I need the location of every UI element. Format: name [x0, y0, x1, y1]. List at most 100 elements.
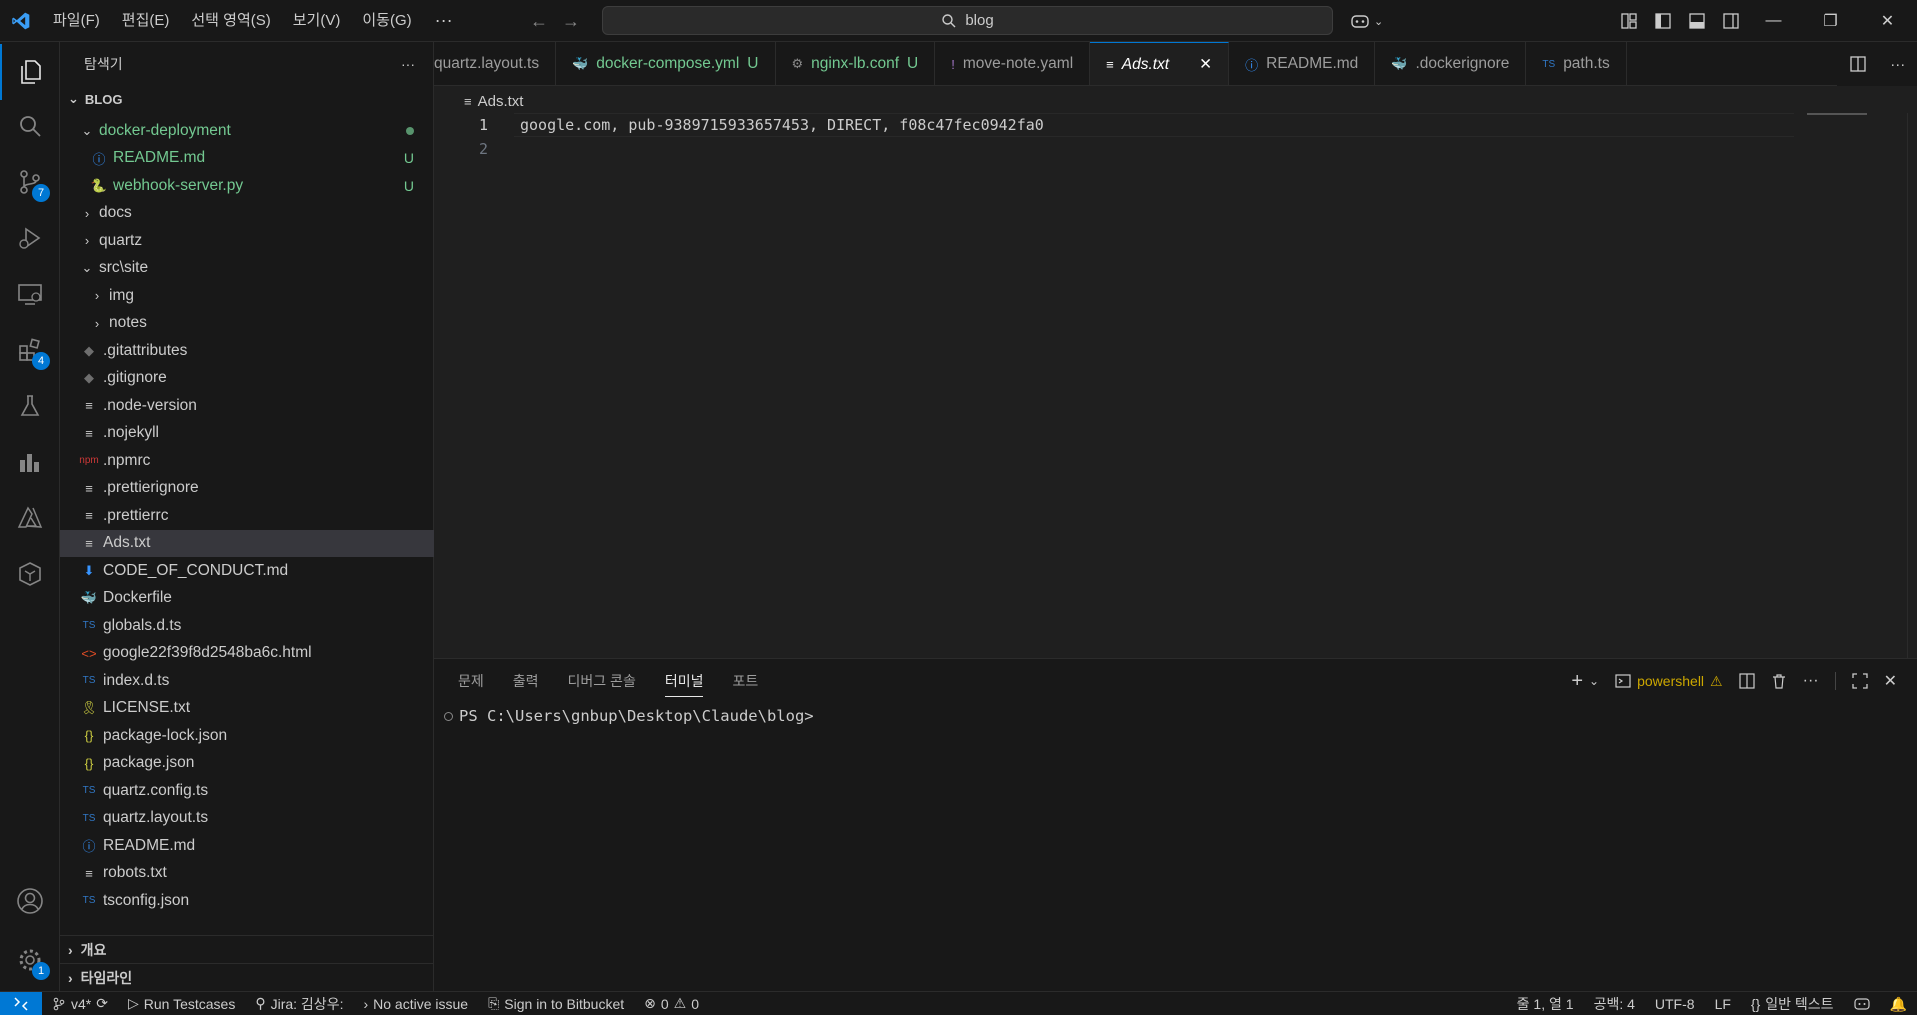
tree-file[interactable]: 🎗 LICENSE.txt — [60, 695, 434, 723]
back-arrow-icon[interactable]: ← — [530, 11, 548, 32]
encoding[interactable]: UTF-8 — [1645, 996, 1705, 1012]
tree-file[interactable]: TS globals.d.ts — [60, 612, 434, 640]
editor-tab[interactable]: 🐳 docker-compose.yml U — [556, 42, 776, 85]
restore-button[interactable]: ❐ — [1802, 0, 1859, 42]
tree-folder[interactable]: › notes — [60, 310, 434, 338]
tree-file[interactable]: ≡ robots.txt — [60, 860, 434, 888]
tree-file[interactable]: ⬇ CODE_OF_CONDUCT.md — [60, 557, 434, 585]
tab-debug-console[interactable]: 디버그 콘솔 — [568, 671, 636, 691]
accounts-icon[interactable] — [0, 873, 60, 929]
branch-status[interactable]: v4* ⟳ — [42, 995, 118, 1012]
tree-file[interactable]: ≡ .node-version — [60, 392, 434, 420]
tree-file[interactable]: ≡ .nojekyll — [60, 420, 434, 448]
menu-edit[interactable]: 편집(E) — [111, 0, 181, 42]
cursor-position[interactable]: 줄 1, 열 1 — [1507, 994, 1584, 1014]
toggle-sidebar-icon[interactable] — [1654, 12, 1672, 30]
new-terminal-plus-icon[interactable]: + — [1571, 670, 1583, 693]
command-center-search[interactable]: blog — [602, 6, 1333, 35]
editor-tab[interactable]: quartz.layout.ts — [434, 42, 557, 85]
breadcrumb-file[interactable]: Ads.txt — [478, 93, 524, 110]
close-window-button[interactable]: ✕ — [1859, 0, 1916, 42]
containers-icon[interactable] — [0, 546, 60, 602]
remote-explorer-icon[interactable] — [0, 266, 60, 322]
menu-more-button[interactable]: ··· — [423, 10, 465, 31]
extensions-icon[interactable]: 4 — [0, 322, 60, 378]
split-editor-icon[interactable] — [1849, 55, 1867, 73]
maximize-panel-icon[interactable] — [1851, 673, 1868, 689]
tree-file[interactable]: ⓘ README.md U — [60, 145, 434, 173]
tree-file[interactable]: TS index.d.ts — [60, 667, 434, 695]
editor-tab[interactable]: ! move-note.yaml — [935, 42, 1091, 85]
explorer-more-button[interactable]: ··· — [401, 56, 415, 72]
run-testcases[interactable]: ▷ Run Testcases — [118, 995, 245, 1012]
editor-tab[interactable]: 🐳 .dockerignore — [1375, 42, 1527, 85]
source-control-icon[interactable]: 7 — [0, 154, 60, 210]
settings-gear-icon[interactable]: 1 — [0, 932, 60, 988]
tab-problems[interactable]: 문제 — [458, 671, 484, 691]
code-editor[interactable]: 1 google.com, pub-9389715933657453, DIRE… — [434, 113, 1917, 658]
editor-more-button[interactable]: ··· — [1890, 56, 1905, 73]
tree-folder[interactable]: › quartz — [60, 227, 434, 255]
tab-ports[interactable]: 포트 — [732, 671, 758, 691]
editor-tab[interactable]: TS path.ts — [1526, 42, 1627, 85]
tree-file[interactable]: 🐍 webhook-server.py U — [60, 172, 434, 200]
sync-icon[interactable]: ⟳ — [96, 995, 108, 1012]
testing-icon[interactable] — [0, 378, 60, 434]
tree-file[interactable]: ⓘ README.md — [60, 832, 434, 860]
tab-terminal[interactable]: 터미널 — [664, 671, 704, 697]
forward-arrow-icon[interactable]: → — [562, 11, 580, 32]
vertical-scrollbar[interactable] — [1907, 113, 1917, 658]
copilot-status-icon[interactable] — [1844, 997, 1880, 1011]
tree-file[interactable]: TS quartz.config.ts — [60, 777, 434, 805]
editor-tab[interactable]: ≡ Ads.txt ✕ — [1090, 42, 1230, 85]
tree-file[interactable]: 🐳 Dockerfile — [60, 585, 434, 613]
outline-section[interactable]: › 개요 — [60, 935, 434, 963]
menu-view[interactable]: 보기(V) — [282, 0, 352, 42]
chevron-down-icon[interactable]: ⌄ — [1589, 674, 1599, 688]
menu-file[interactable]: 파일(F) — [42, 0, 111, 42]
notifications-bell-icon[interactable]: 🔔 — [1880, 996, 1917, 1013]
analytics-icon[interactable] — [0, 434, 60, 490]
tree-file[interactable]: {} package.json — [60, 750, 434, 778]
tree-file[interactable]: <> google22f39f8d2548ba6c.html — [60, 640, 434, 668]
tree-file[interactable]: ≡ .prettierignore — [60, 475, 434, 503]
tree-folder[interactable]: › docs — [60, 200, 434, 228]
tree-file[interactable]: ◆ .gitattributes — [60, 337, 434, 365]
tree-folder[interactable]: ⌄ src\site — [60, 255, 434, 283]
split-terminal-icon[interactable] — [1739, 673, 1755, 689]
menu-go[interactable]: 이동(G) — [351, 0, 422, 42]
tree-file[interactable]: ≡ .prettierrc — [60, 502, 434, 530]
end-of-line[interactable]: LF — [1705, 996, 1741, 1012]
problems-status[interactable]: ⊗ 0 ⚠ 0 — [634, 995, 709, 1012]
timeline-section[interactable]: › 타임라인 — [60, 963, 434, 991]
toggle-secondary-sidebar-icon[interactable] — [1722, 12, 1740, 30]
terminal-output[interactable]: PS C:\Users\gnbup\Desktop\Claude\blog> — [444, 707, 814, 725]
customize-layout-icon[interactable] — [1620, 12, 1638, 30]
tree-file[interactable]: TS tsconfig.json — [60, 887, 434, 915]
tree-file[interactable]: npm .npmrc — [60, 447, 434, 475]
editor-tab[interactable]: ⚙ nginx-lb.conf U — [776, 42, 936, 85]
editor-tab[interactable]: ⓘ README.md — [1229, 42, 1376, 85]
tree-file[interactable]: TS quartz.layout.ts — [60, 805, 434, 833]
bitbucket-signin[interactable]: ⎘ Sign in to Bitbucket — [478, 995, 634, 1012]
menu-selection[interactable]: 선택 영역(S) — [180, 0, 281, 42]
tree-file[interactable]: {} package-lock.json — [60, 722, 434, 750]
terminal-shell-selector[interactable]: powershell ⚠ — [1615, 673, 1723, 690]
tree-folder[interactable]: › img — [60, 282, 434, 310]
language-mode[interactable]: {} 일반 텍스트 — [1741, 994, 1844, 1014]
tree-file[interactable]: ◆ .gitignore — [60, 365, 434, 393]
close-tab-icon[interactable]: ✕ — [1199, 55, 1212, 74]
workspace-root[interactable]: ⌄ BLOG — [60, 86, 433, 112]
trash-icon[interactable] — [1771, 673, 1787, 689]
run-debug-icon[interactable] — [0, 210, 60, 266]
active-issue-status[interactable]: › No active issue — [353, 996, 478, 1012]
close-panel-icon[interactable]: ✕ — [1884, 671, 1897, 691]
panel-more-button[interactable]: ··· — [1803, 672, 1819, 690]
minimize-button[interactable]: — — [1745, 0, 1802, 42]
tab-output[interactable]: 출력 — [513, 671, 539, 691]
indentation[interactable]: 공백: 4 — [1584, 994, 1645, 1014]
minimap[interactable] — [1807, 113, 1867, 115]
copilot-button[interactable]: ⌄ — [1350, 8, 1383, 34]
remote-indicator-icon[interactable] — [0, 991, 42, 1015]
search-activity-icon[interactable] — [0, 98, 60, 154]
